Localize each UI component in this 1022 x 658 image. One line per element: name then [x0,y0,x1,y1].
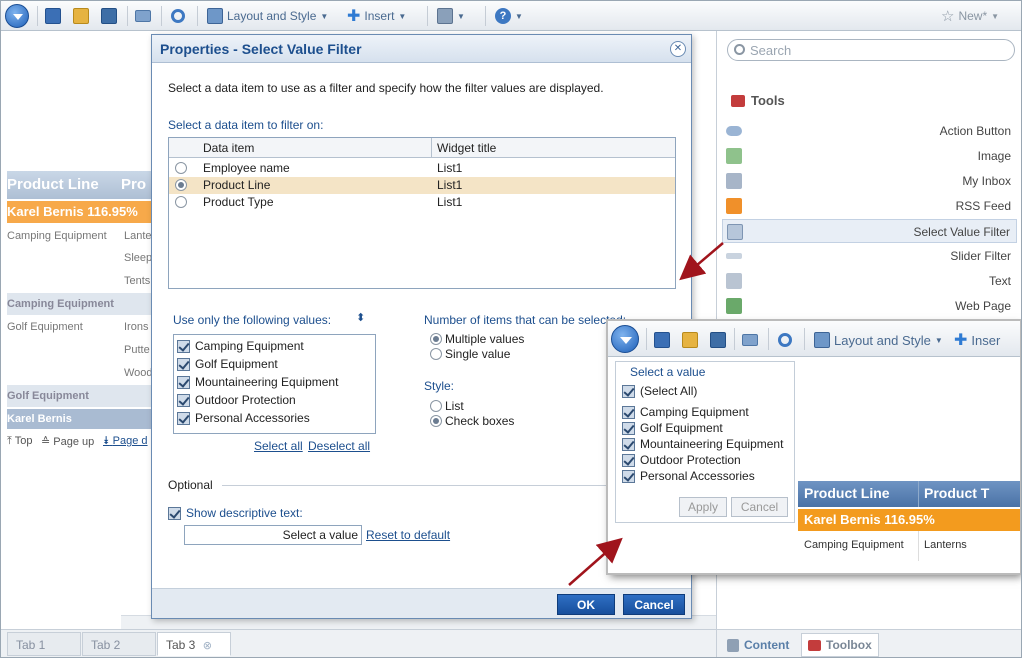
arrow-to-preview [568,537,623,586]
callout-arrows [568,242,724,586]
arrow-to-dialog [679,242,724,281]
